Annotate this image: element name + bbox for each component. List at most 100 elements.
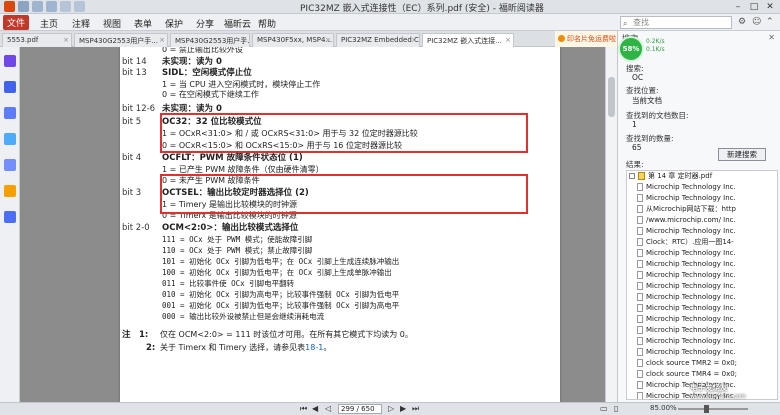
open-icon[interactable] xyxy=(18,1,29,12)
save-icon[interactable] xyxy=(32,1,43,12)
result-item[interactable]: Microchip Technology Inc. xyxy=(637,325,736,336)
next-page-icon[interactable]: ▶ xyxy=(400,404,406,413)
result-item[interactable]: Microchip Technology Inc. xyxy=(637,303,736,314)
tab-doc-3[interactable]: MSP430G2553用户手... × xyxy=(170,33,250,47)
close-tab-icon[interactable]: × xyxy=(159,36,165,44)
close-icon[interactable]: ✕ xyxy=(763,1,777,12)
vertical-scrollbar[interactable] xyxy=(605,47,617,402)
result-item[interactable]: /www.microchip.com/ Inc. xyxy=(637,215,736,226)
new-search-button[interactable]: 新建搜索 xyxy=(718,148,766,161)
result-item[interactable]: Microchip Technology Inc. xyxy=(637,226,736,237)
result-text: Microchip Technology Inc. xyxy=(646,304,736,312)
undo-icon[interactable] xyxy=(60,1,71,12)
results-label: 结果: xyxy=(626,160,644,169)
page-icon xyxy=(637,282,643,290)
bit-description: 000 = 输出比较外设被禁止但是会继续消耗电流 xyxy=(162,312,325,321)
prev-page-icon[interactable]: ◀ xyxy=(312,404,318,413)
maximize-icon[interactable]: □ xyxy=(747,1,761,12)
promo-banner[interactable]: 印名片免运费啦! xyxy=(555,31,617,47)
zoom-slider-knob[interactable] xyxy=(704,405,709,413)
result-item[interactable]: Microchip Technology Inc. xyxy=(637,336,736,347)
result-item[interactable]: clock source TMR4 = 0x0; xyxy=(637,369,737,380)
page-number-input[interactable]: 299 / 650 xyxy=(338,404,382,414)
back-icon[interactable]: ◁ xyxy=(325,404,331,413)
results-list[interactable]: 第 14 章 定时器.pdf Microchip Technology Inc. M… xyxy=(626,170,778,400)
menu-cloud[interactable]: 福昕云 xyxy=(224,17,251,30)
location-value: 当前文档 xyxy=(632,96,662,105)
user-icon[interactable]: ☺ xyxy=(752,17,761,27)
print-icon[interactable] xyxy=(46,1,57,12)
menu-share[interactable]: 分享 xyxy=(196,17,214,30)
tab-doc-1[interactable]: 5553.pdf × xyxy=(2,33,72,47)
result-file[interactable]: 第 14 章 定时器.pdf xyxy=(629,171,712,182)
comment-icon[interactable] xyxy=(4,133,16,145)
tab-doc-2[interactable]: MSP430G2553用户手... × xyxy=(74,33,168,47)
bookmark-icon[interactable] xyxy=(4,55,16,67)
page-icon xyxy=(637,249,643,257)
note-body: 关于 Timerx 和 Timery 选择，请参见表 xyxy=(160,343,306,352)
tab-doc-6[interactable]: PIC32MZ 嵌入式连接... × xyxy=(422,33,514,47)
result-item[interactable]: 从Microchip网站下载：http xyxy=(637,204,736,215)
result-text: Microchip Technology Inc. xyxy=(646,271,736,279)
expand-toggle-icon[interactable] xyxy=(629,173,635,179)
tab-doc-5[interactable]: PIC32MZ Embedded C... × xyxy=(336,33,420,47)
attachment-icon[interactable] xyxy=(4,159,16,171)
title-bar: PIC32MZ 嵌入式连接性（EC）系列.pdf (安全) - 福昕阅读器 – … xyxy=(0,0,780,14)
tab-doc-4[interactable]: MSP430F5xx, MSP4... × xyxy=(252,33,334,47)
result-item[interactable]: Microchip Technology Inc. xyxy=(637,281,736,292)
pages-icon[interactable] xyxy=(4,81,16,93)
menu-bar: 文件 主页 注释 视图 表单 保护 分享 福昕云 帮助 ⌕ 查找 ⚙ ☺ ⌃ xyxy=(0,14,780,31)
result-item[interactable]: clock source TMR2 = 0x0; xyxy=(637,358,737,369)
result-item[interactable]: Clock：RTC）.应用一图14- xyxy=(637,237,734,248)
result-text: 第 14 章 定时器.pdf xyxy=(648,172,713,180)
result-item[interactable]: Microchip Technology Inc. xyxy=(637,259,736,270)
search-input[interactable]: ⌕ 查找 xyxy=(620,16,732,29)
bit-description: 110 = OCx 处于 PWM 模式；禁止故障引脚 xyxy=(162,246,313,255)
tab-label: MSP430G2553用户手... xyxy=(79,37,158,45)
expand-icon[interactable]: ⌃ xyxy=(766,17,774,27)
pdf-page: 0 = 禁止输出比较外设 bit 14 未实现：读为 0 bit 13 SIDL：空闲模… xyxy=(120,47,560,402)
close-tab-icon[interactable]: × xyxy=(241,36,247,44)
instances-value: 65 xyxy=(632,143,642,152)
page-icon xyxy=(637,348,643,356)
tab-label: MSP430F5xx, MSP4... xyxy=(257,36,333,44)
result-item[interactable]: Microchip Technology Inc. xyxy=(637,347,736,358)
settings-icon[interactable]: ⚙ xyxy=(738,17,746,27)
redo-icon[interactable] xyxy=(74,1,85,12)
watermark: 电子发烧友 www.elecfans.com xyxy=(690,382,746,400)
fit-page-icon[interactable]: ▭ xyxy=(600,404,608,413)
result-item[interactable]: Microchip Technology Inc. xyxy=(637,270,736,281)
forward-icon[interactable]: ▷ xyxy=(388,404,394,413)
first-page-icon[interactable]: ⏮ xyxy=(300,404,307,414)
fit-width-icon[interactable]: ▯ xyxy=(614,404,618,413)
scroll-thumb[interactable] xyxy=(608,77,615,117)
search-value: OC xyxy=(632,73,644,82)
close-tab-icon[interactable]: × xyxy=(63,36,69,44)
menu-comment[interactable]: 注释 xyxy=(72,17,90,30)
menu-help[interactable]: 帮助 xyxy=(258,17,276,30)
signature-icon[interactable] xyxy=(4,211,16,223)
security-icon[interactable] xyxy=(4,185,16,197)
result-item[interactable]: Microchip Technology Inc. xyxy=(637,182,736,193)
close-panel-icon[interactable]: ✕ xyxy=(768,33,775,42)
menu-home[interactable]: 主页 xyxy=(40,17,58,30)
result-item[interactable]: Microchip Technology Inc. xyxy=(637,248,736,259)
table-reference-link[interactable]: 18-1 xyxy=(305,343,323,352)
minimize-icon[interactable]: – xyxy=(731,1,745,12)
document-tabs: 5553.pdf × MSP430G2553用户手... × MSP430G2553… xyxy=(0,31,617,47)
document-view[interactable]: 0 = 禁止输出比较外设 bit 14 未实现：读为 0 bit 13 SIDL：空闲模… xyxy=(20,47,617,402)
close-tab-icon[interactable]: × xyxy=(505,36,511,44)
result-item[interactable]: Microchip Technology Inc. xyxy=(637,292,736,303)
result-item[interactable]: Microchip Technology Inc. xyxy=(637,193,736,204)
menu-form[interactable]: 表单 xyxy=(134,17,152,30)
close-tab-icon[interactable]: × xyxy=(411,36,417,44)
tab-label: PIC32MZ Embedded C... xyxy=(341,36,420,44)
close-tab-icon[interactable]: × xyxy=(325,36,331,44)
last-page-icon[interactable]: ⏭ xyxy=(412,404,419,414)
menu-protect[interactable]: 保护 xyxy=(165,17,183,30)
layers-icon[interactable] xyxy=(4,107,16,119)
result-item[interactable]: Microchip Technology Inc. xyxy=(637,314,736,325)
file-menu[interactable]: 文件 xyxy=(3,15,29,30)
zoom-slider[interactable] xyxy=(678,408,748,410)
menu-view[interactable]: 视图 xyxy=(103,17,121,30)
